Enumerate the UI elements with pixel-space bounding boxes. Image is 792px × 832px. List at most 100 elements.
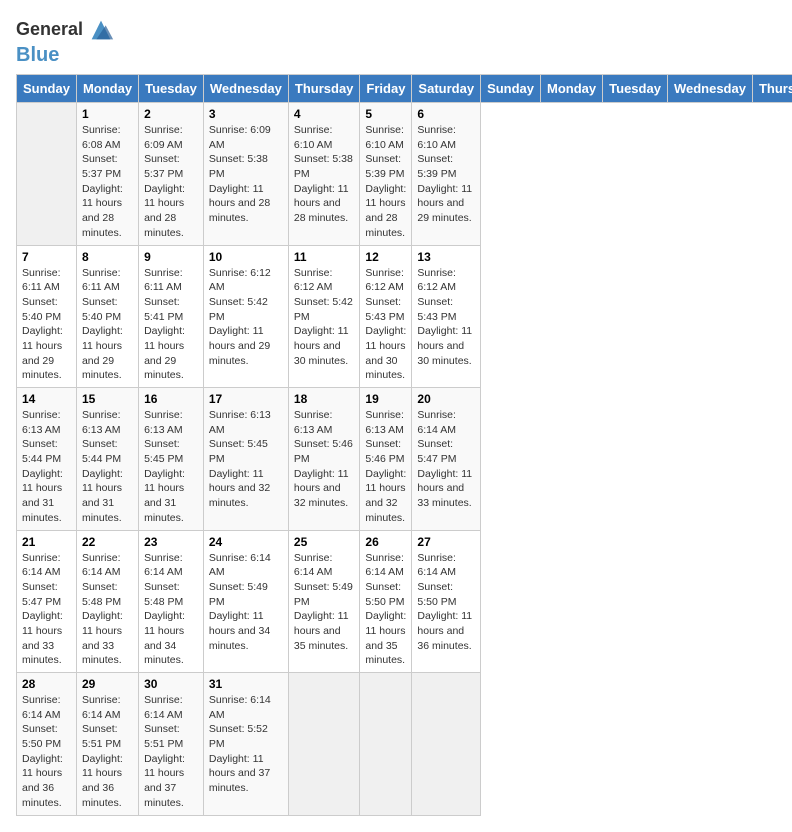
- day-number: 14: [22, 392, 71, 406]
- calendar-cell: 22Sunrise: 6:14 AMSunset: 5:48 PMDayligh…: [76, 530, 138, 673]
- day-header-wednesday: Wednesday: [667, 75, 752, 103]
- day-number: 31: [209, 677, 283, 691]
- day-number: 20: [417, 392, 475, 406]
- day-info: Sunrise: 6:13 AMSunset: 5:46 PMDaylight:…: [294, 408, 355, 511]
- day-info: Sunrise: 6:14 AMSunset: 5:52 PMDaylight:…: [209, 693, 283, 796]
- logo-icon: [87, 16, 115, 44]
- day-info: Sunrise: 6:12 AMSunset: 5:43 PMDaylight:…: [365, 266, 406, 384]
- day-info: Sunrise: 6:13 AMSunset: 5:44 PMDaylight:…: [82, 408, 133, 526]
- day-number: 6: [417, 107, 475, 121]
- day-header-thursday: Thursday: [288, 75, 360, 103]
- calendar-cell: 24 Sunrise: 6:14 AMSunset: 5:49 PMDayligh…: [203, 530, 288, 673]
- calendar-cell: 20 Sunrise: 6:14 AMSunset: 5:47 PMDayligh…: [412, 388, 481, 531]
- day-header-friday: Friday: [360, 75, 412, 103]
- calendar-week-row: 7 Sunrise: 6:11 AMSunset: 5:40 PMDaylight…: [17, 245, 792, 388]
- day-info: Sunrise: 6:14 AMSunset: 5:51 PMDaylight:…: [82, 693, 133, 811]
- day-header-monday: Monday: [76, 75, 138, 103]
- day-info: Sunrise: 6:14 AMSunset: 5:51 PMDaylight:…: [144, 693, 198, 811]
- day-number: 10: [209, 250, 283, 264]
- day-number: 17: [209, 392, 283, 406]
- day-header-tuesday: Tuesday: [603, 75, 668, 103]
- day-info: Sunrise: 6:12 AMSunset: 5:42 PMDaylight:…: [209, 266, 283, 369]
- calendar-cell: 31 Sunrise: 6:14 AMSunset: 5:52 PMDayligh…: [203, 673, 288, 816]
- calendar-cell: [412, 673, 481, 816]
- calendar-cell: 10 Sunrise: 6:12 AMSunset: 5:42 PMDayligh…: [203, 245, 288, 388]
- calendar-cell: 4Sunrise: 6:10 AMSunset: 5:38 PMDaylight…: [288, 103, 360, 246]
- day-info: Sunrise: 6:14 AMSunset: 5:47 PMDaylight:…: [22, 551, 71, 669]
- calendar-cell: 2Sunrise: 6:09 AMSunset: 5:37 PMDaylight…: [139, 103, 204, 246]
- calendar-cell: 15 Sunrise: 6:13 AMSunset: 5:44 PMDayligh…: [76, 388, 138, 531]
- day-info: Sunrise: 6:14 AMSunset: 5:50 PMDaylight:…: [365, 551, 406, 669]
- day-info: Sunrise: 6:14 AMSunset: 5:48 PMDaylight:…: [144, 551, 198, 669]
- calendar-table: SundayMondayTuesdayWednesdayThursdayFrid…: [16, 74, 792, 816]
- day-header-thursday: Thursday: [752, 75, 792, 103]
- day-header-wednesday: Wednesday: [203, 75, 288, 103]
- day-info: Sunrise: 6:11 AMSunset: 5:41 PMDaylight:…: [144, 266, 198, 384]
- calendar-cell: 3 Sunrise: 6:09 AMSunset: 5:38 PMDaylight…: [203, 103, 288, 246]
- day-number: 21: [22, 535, 71, 549]
- day-number: 24: [209, 535, 283, 549]
- day-number: 5: [365, 107, 406, 121]
- day-info: Sunrise: 6:13 AMSunset: 5:45 PMDaylight:…: [144, 408, 198, 526]
- day-info: Sunrise: 6:08 AMSunset: 5:37 PMDaylight:…: [82, 123, 133, 241]
- calendar-cell: 5 Sunrise: 6:10 AMSunset: 5:39 PMDaylight…: [360, 103, 412, 246]
- day-number: 4: [294, 107, 355, 121]
- day-header-saturday: Saturday: [412, 75, 481, 103]
- calendar-cell: 23 Sunrise: 6:14 AMSunset: 5:48 PMDayligh…: [139, 530, 204, 673]
- day-number: 27: [417, 535, 475, 549]
- day-header-sunday: Sunday: [481, 75, 541, 103]
- day-number: 15: [82, 392, 133, 406]
- day-info: Sunrise: 6:13 AMSunset: 5:44 PMDaylight:…: [22, 408, 71, 526]
- day-header-sunday: Sunday: [17, 75, 77, 103]
- calendar-cell: 14 Sunrise: 6:13 AMSunset: 5:44 PMDayligh…: [17, 388, 77, 531]
- day-info: Sunrise: 6:11 AMSunset: 5:40 PMDaylight:…: [22, 266, 71, 384]
- day-number: 18: [294, 392, 355, 406]
- day-number: 19: [365, 392, 406, 406]
- day-number: 8: [82, 250, 133, 264]
- calendar-cell: 13 Sunrise: 6:12 AMSunset: 5:43 PMDayligh…: [412, 245, 481, 388]
- calendar-cell: 17 Sunrise: 6:13 AMSunset: 5:45 PMDayligh…: [203, 388, 288, 531]
- calendar-cell: 1Sunrise: 6:08 AMSunset: 5:37 PMDaylight…: [76, 103, 138, 246]
- day-number: 9: [144, 250, 198, 264]
- day-info: Sunrise: 6:09 AMSunset: 5:38 PMDaylight:…: [209, 123, 283, 226]
- day-number: 16: [144, 392, 198, 406]
- calendar-cell: [17, 103, 77, 246]
- day-number: 30: [144, 677, 198, 691]
- day-info: Sunrise: 6:12 AMSunset: 5:43 PMDaylight:…: [417, 266, 475, 369]
- day-number: 7: [22, 250, 71, 264]
- logo: General Blue: [16, 16, 115, 66]
- day-number: 3: [209, 107, 283, 121]
- day-info: Sunrise: 6:13 AMSunset: 5:45 PMDaylight:…: [209, 408, 283, 511]
- day-info: Sunrise: 6:10 AMSunset: 5:39 PMDaylight:…: [365, 123, 406, 241]
- day-number: 11: [294, 250, 355, 264]
- day-info: Sunrise: 6:14 AMSunset: 5:49 PMDaylight:…: [209, 551, 283, 654]
- day-number: 13: [417, 250, 475, 264]
- day-number: 28: [22, 677, 71, 691]
- day-info: Sunrise: 6:10 AMSunset: 5:39 PMDaylight:…: [417, 123, 475, 226]
- calendar-cell: 11 Sunrise: 6:12 AMSunset: 5:42 PMDayligh…: [288, 245, 360, 388]
- day-info: Sunrise: 6:14 AMSunset: 5:50 PMDaylight:…: [417, 551, 475, 654]
- day-number: 25: [294, 535, 355, 549]
- calendar-cell: 16 Sunrise: 6:13 AMSunset: 5:45 PMDayligh…: [139, 388, 204, 531]
- day-info: Sunrise: 6:13 AMSunset: 5:46 PMDaylight:…: [365, 408, 406, 526]
- calendar-cell: 8 Sunrise: 6:11 AMSunset: 5:40 PMDaylight…: [76, 245, 138, 388]
- calendar-cell: 30 Sunrise: 6:14 AMSunset: 5:51 PMDayligh…: [139, 673, 204, 816]
- calendar-cell: 21 Sunrise: 6:14 AMSunset: 5:47 PMDayligh…: [17, 530, 77, 673]
- day-info: Sunrise: 6:14 AMSunset: 5:48 PMDaylight:…: [82, 551, 133, 669]
- calendar-cell: 26Sunrise: 6:14 AMSunset: 5:50 PMDayligh…: [360, 530, 412, 673]
- day-number: 23: [144, 535, 198, 549]
- calendar-week-row: 28 Sunrise: 6:14 AMSunset: 5:50 PMDayligh…: [17, 673, 792, 816]
- calendar-cell: [360, 673, 412, 816]
- calendar-cell: 9 Sunrise: 6:11 AMSunset: 5:41 PMDaylight…: [139, 245, 204, 388]
- day-info: Sunrise: 6:12 AMSunset: 5:42 PMDaylight:…: [294, 266, 355, 369]
- day-info: Sunrise: 6:14 AMSunset: 5:47 PMDaylight:…: [417, 408, 475, 511]
- logo-text: General: [16, 20, 83, 40]
- calendar-cell: 12Sunrise: 6:12 AMSunset: 5:43 PMDayligh…: [360, 245, 412, 388]
- calendar-cell: 29Sunrise: 6:14 AMSunset: 5:51 PMDayligh…: [76, 673, 138, 816]
- day-info: Sunrise: 6:14 AMSunset: 5:50 PMDaylight:…: [22, 693, 71, 811]
- day-info: Sunrise: 6:11 AMSunset: 5:40 PMDaylight:…: [82, 266, 133, 384]
- day-number: 2: [144, 107, 198, 121]
- day-header-monday: Monday: [541, 75, 603, 103]
- day-info: Sunrise: 6:14 AMSunset: 5:49 PMDaylight:…: [294, 551, 355, 654]
- calendar-header-row: SundayMondayTuesdayWednesdayThursdayFrid…: [17, 75, 792, 103]
